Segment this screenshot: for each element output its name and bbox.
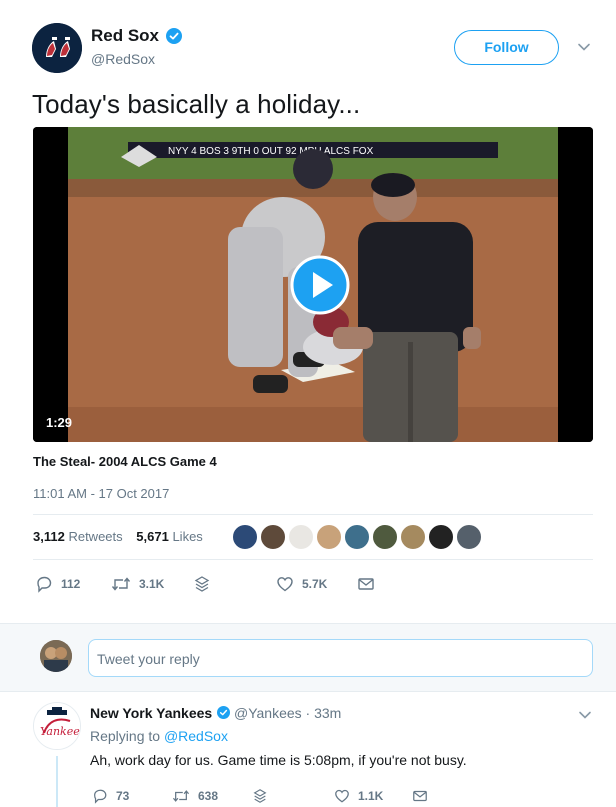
likes-label[interactable]: Likes (172, 529, 202, 544)
reply-action[interactable]: 112 (35, 572, 80, 596)
reply-separator: · (305, 705, 311, 721)
display-name[interactable]: Red Sox (91, 26, 159, 46)
retweets-label[interactable]: Retweets (68, 529, 122, 544)
replying-prefix: Replying to (90, 728, 161, 744)
envelope-icon (358, 578, 374, 590)
yankees-logo-script: Yankees (40, 725, 81, 738)
retweet-action[interactable]: 3.1K (111, 572, 164, 596)
tweet-actions: 112 3.1K 5.7K (33, 572, 593, 596)
heart-icon (277, 577, 293, 592)
tweet-timestamp[interactable]: 11:01 AM - 17 Oct 2017 (33, 486, 169, 501)
retweet-count: 638 (198, 789, 219, 803)
envelope-icon (413, 790, 427, 802)
reply-header: New York Yankees @Yankees · 33m (90, 705, 341, 721)
retweet-icon (111, 577, 131, 591)
layers-icon (194, 576, 210, 592)
reply-count: 112 (61, 577, 81, 591)
layers-action[interactable] (252, 784, 276, 807)
reply-handle[interactable]: @Yankees (234, 705, 302, 721)
handle[interactable]: @RedSox (91, 51, 155, 67)
chevron-down-icon[interactable] (578, 708, 592, 722)
like-action[interactable]: 1.1K (334, 784, 383, 807)
replying-to-link[interactable]: @RedSox (164, 728, 228, 744)
retweet-icon (172, 790, 190, 802)
video-player[interactable]: NYY 4 BOS 3 9TH 0 OUT 92 MPH ALCS FOX 1:… (33, 127, 593, 442)
reply-icon (94, 789, 107, 804)
divider (33, 559, 593, 560)
tweet-header: Red Sox @RedSox Follow (0, 0, 616, 80)
dm-action[interactable] (412, 784, 436, 807)
like-count: 1.1K (358, 789, 384, 803)
tweet-stats: 3,112 Retweets 5,671 Likes (33, 529, 213, 544)
reply-composer: Tweet your reply (0, 623, 616, 692)
reply-time[interactable]: 33m (314, 705, 341, 721)
verified-badge-icon (166, 28, 183, 44)
layers-action[interactable] (193, 572, 219, 596)
liker-avatar[interactable] (456, 524, 482, 550)
redsox-avatar[interactable] (32, 23, 82, 73)
like-count: 5.7K (302, 577, 328, 591)
video-duration: 1:29 (46, 415, 73, 430)
follow-button[interactable]: Follow (454, 30, 559, 65)
reply-input[interactable]: Tweet your reply (88, 639, 593, 677)
layers-icon (253, 789, 267, 803)
like-action[interactable]: 5.7K (276, 572, 327, 596)
thread-line (56, 756, 58, 807)
reply-display-name[interactable]: New York Yankees (90, 705, 212, 721)
reply-count: 73 (116, 789, 130, 803)
reply-text: Ah, work day for us. Game time is 5:08pm… (90, 752, 467, 768)
likes-count[interactable]: 5,671 (136, 529, 169, 544)
liker-avatar[interactable] (260, 524, 286, 550)
play-button-icon[interactable] (290, 255, 350, 315)
yankees-avatar[interactable]: Yankees (33, 702, 81, 750)
liker-avatar[interactable] (428, 524, 454, 550)
name-row: Red Sox (91, 26, 183, 46)
liker-avatar[interactable] (232, 524, 258, 550)
liker-avatar[interactable] (288, 524, 314, 550)
liker-avatar[interactable] (344, 524, 370, 550)
verified-badge-icon (217, 706, 231, 719)
retweet-count: 3.1K (139, 577, 165, 591)
reply-icon (37, 576, 52, 593)
liker-avatar[interactable] (372, 524, 398, 550)
video-title[interactable]: The Steal- 2004 ALCS Game 4 (33, 454, 217, 469)
dm-action[interactable] (357, 572, 383, 596)
reply-actions: 73 638 1.1K (90, 784, 590, 804)
user-avatar[interactable] (40, 640, 72, 672)
reply-tweet[interactable]: Yankees New York Yankees @Yankees · 33m … (0, 692, 616, 807)
scorebug-text: NYY 4 BOS 3 9TH 0 OUT 92 MPH ALCS FOX (168, 146, 374, 157)
tweet-text: Today's basically a holiday... (32, 89, 361, 119)
chevron-down-icon[interactable] (577, 40, 591, 54)
liker-avatar[interactable] (400, 524, 426, 550)
divider (33, 514, 593, 515)
reply-action[interactable]: 73 (92, 784, 129, 807)
replying-to: Replying to @RedSox (90, 728, 228, 744)
heart-icon (335, 789, 349, 803)
retweets-count[interactable]: 3,112 (33, 529, 65, 544)
liker-avatar[interactable] (316, 524, 342, 550)
retweet-action[interactable]: 638 (172, 784, 218, 807)
